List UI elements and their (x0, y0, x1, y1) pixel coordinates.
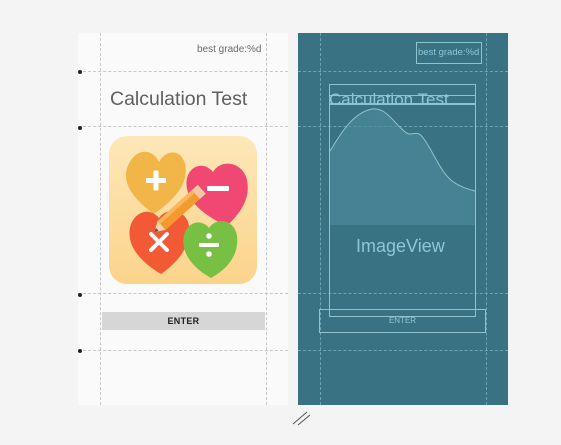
math-operators-hearts-icon[interactable] (109, 136, 257, 284)
guide-anchor-dot (78, 126, 82, 130)
guide-line (78, 293, 288, 294)
best-grade-text: best grade:%d (418, 47, 480, 58)
guide-line (78, 350, 288, 351)
enter-button-outline[interactable]: ENTER (319, 309, 486, 333)
resize-handle-icon[interactable] (291, 410, 311, 426)
image-view-label: ImageView (356, 236, 445, 256)
blueprint-panel[interactable]: best grade:%d Calculation Test ImageView… (298, 33, 508, 405)
design-preview-panel[interactable]: best grade:%d Calculation Test ENTER (78, 33, 288, 405)
guide-anchor-dot (78, 293, 82, 297)
guide-line (298, 71, 508, 72)
enter-button[interactable]: ENTER (102, 312, 265, 330)
guide-line (298, 350, 508, 351)
best-grade-outline[interactable]: best grade:%d (416, 42, 482, 64)
image-waveform-icon (330, 108, 475, 225)
image-view-outline[interactable]: ImageView (329, 104, 476, 317)
guide-line (78, 71, 288, 72)
guide-anchor-dot (78, 349, 82, 353)
guide-anchor-dot (78, 70, 82, 74)
guide-line (78, 126, 288, 127)
title-text[interactable]: Calculation Test (110, 88, 247, 111)
enter-button-label: ENTER (388, 316, 417, 325)
best-grade-text[interactable]: best grade:%d (197, 44, 262, 55)
